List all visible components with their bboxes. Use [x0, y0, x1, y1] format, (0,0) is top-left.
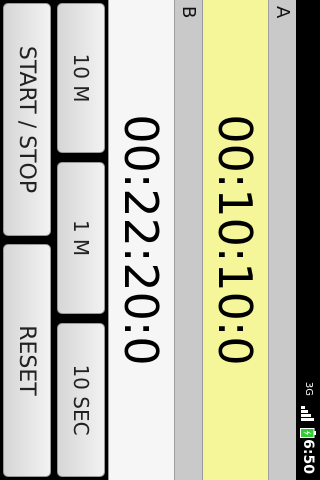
battery-icon: [300, 428, 316, 438]
clock: 6:50: [300, 439, 316, 474]
add-10-sec-label: 10 SEC: [69, 364, 93, 436]
reset-button[interactable]: RESET: [3, 244, 51, 477]
timer-a-label: A: [272, 6, 293, 19]
add-10-sec-button[interactable]: 10 SEC: [57, 323, 105, 477]
status-bar-content: 3G 6:50: [296, 0, 320, 480]
network-type: 3G: [303, 381, 314, 396]
start-stop-button[interactable]: START / STOP: [3, 3, 51, 236]
timer-a-label-bar: A: [268, 0, 296, 480]
timer-b-value: 00:22:20:0: [114, 114, 168, 366]
signal-icon: [301, 406, 314, 421]
timer-a-display[interactable]: 00:10:10:0: [202, 0, 268, 480]
timer-b-label-bar: B: [174, 0, 202, 480]
add-1-min-button[interactable]: 1 M: [57, 162, 105, 314]
add-10-min-label: 10 M: [69, 53, 93, 103]
timer-b-label: B: [178, 6, 199, 19]
add-10-min-button[interactable]: 10 M: [57, 3, 105, 153]
status-bar: 3G 6:50: [296, 0, 320, 480]
app-window: A 00:10:10:0 B 00:22:20:0 10 M 1 M 10 SE…: [0, 0, 296, 480]
start-stop-label: START / STOP: [14, 45, 40, 194]
timer-a-value: 00:10:10:0: [208, 114, 262, 366]
add-1-min-label: 1 M: [69, 219, 93, 257]
button-panel: 10 M 1 M 10 SEC START / STOP RESET: [0, 0, 108, 480]
timer-b-display[interactable]: 00:22:20:0: [108, 0, 174, 480]
reset-label: RESET: [14, 325, 40, 396]
